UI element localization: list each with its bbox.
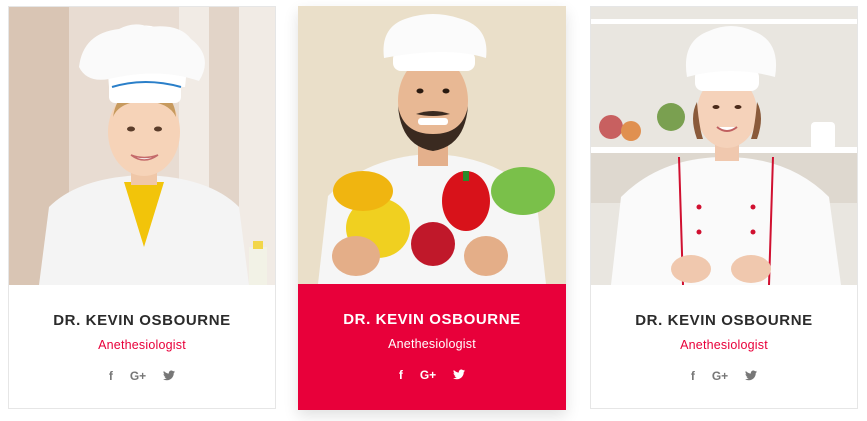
chef-photo-female-1 <box>9 7 275 285</box>
social-links: f G+ <box>591 369 857 383</box>
chef-photo-male <box>298 6 566 284</box>
member-role: Anethesiologist <box>680 338 768 352</box>
member-name: DR. KEVIN OSBOURNE <box>343 311 521 328</box>
chef-photo-female-2 <box>591 7 857 285</box>
team-info: DR. KEVIN OSBOURNE Anethesiologist f G+ <box>298 284 566 410</box>
google-plus-icon[interactable]: G+ <box>420 368 436 382</box>
google-plus-icon[interactable]: G+ <box>712 369 728 383</box>
facebook-icon[interactable]: f <box>109 369 113 383</box>
member-role: Anethesiologist <box>388 337 476 351</box>
team-info: DR. KEVIN OSBOURNE Anethesiologist f G+ <box>9 285 275 408</box>
twitter-icon[interactable] <box>453 368 466 382</box>
member-name: DR. KEVIN OSBOURNE <box>53 312 231 329</box>
social-links: f G+ <box>9 369 275 383</box>
twitter-icon[interactable] <box>745 369 758 383</box>
team-info: DR. KEVIN OSBOURNE Anethesiologist f G+ <box>591 285 857 408</box>
social-links: f G+ <box>298 368 566 382</box>
team-card-1: DR. KEVIN OSBOURNE Anethesiologist f G+ <box>8 6 276 409</box>
team-card-2: DR. KEVIN OSBOURNE Anethesiologist f G+ <box>298 6 566 410</box>
team-card-3: DR. KEVIN OSBOURNE Anethesiologist f G+ <box>590 6 858 409</box>
member-name: DR. KEVIN OSBOURNE <box>635 312 813 329</box>
google-plus-icon[interactable]: G+ <box>130 369 146 383</box>
member-role: Anethesiologist <box>98 338 186 352</box>
facebook-icon[interactable]: f <box>399 368 403 382</box>
twitter-icon[interactable] <box>163 369 176 383</box>
facebook-icon[interactable]: f <box>691 369 695 383</box>
